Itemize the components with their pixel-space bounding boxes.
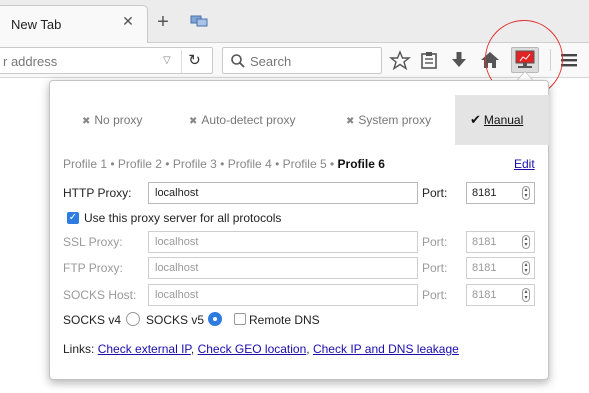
- use-for-all-label: Use this proxy server for all protocols: [84, 211, 282, 225]
- bookmark-star-icon[interactable]: [389, 50, 411, 70]
- mode-no-proxy[interactable]: ✖ No proxy: [82, 95, 142, 145]
- socks-host-row: SOCKS Host: localhost Port: 8181 ▴ ▾: [63, 284, 543, 306]
- socks-v4-label: SOCKS v4: [63, 313, 122, 327]
- reload-icon[interactable]: ↻: [181, 50, 207, 73]
- check-external-ip-link[interactable]: Check external IP: [98, 342, 191, 356]
- close-tab-icon[interactable]: ✕: [121, 14, 135, 28]
- ftp-proxy-label: FTP Proxy:: [63, 261, 123, 275]
- profile-list: Profile 1 • Profile 2 • Profile 3 • Prof…: [63, 157, 385, 171]
- socks-host-input: localhost: [148, 284, 418, 306]
- proxy-mode-selector: ✖ No proxy ✖ Auto-detect proxy ✖ System pro…: [50, 95, 550, 145]
- new-tab-icon[interactable]: +: [153, 12, 173, 32]
- socks-host-label: SOCKS Host:: [63, 288, 137, 302]
- profile-current[interactable]: Profile 6: [338, 157, 385, 171]
- http-port-label: Port:: [422, 186, 448, 200]
- history-dropmarker-icon[interactable]: ▽: [163, 55, 171, 66]
- profile-2[interactable]: Profile 2: [118, 157, 162, 171]
- ftp-proxy-row: FTP Proxy: localhost Port: 8181 ▴ ▾: [63, 257, 543, 279]
- port-spinner-icon: ▴ ▾: [522, 261, 530, 275]
- socks-v5-label: SOCKS v5: [146, 313, 205, 327]
- ssl-port-label: Port:: [422, 235, 448, 249]
- http-proxy-label: HTTP Proxy:: [63, 186, 132, 200]
- tab-groups-icon[interactable]: [190, 14, 208, 28]
- http-proxy-row: HTTP Proxy: localhost Port: 8181 ▴ ▾: [63, 182, 543, 204]
- url-bar[interactable]: r address ▽ ↻: [0, 47, 213, 74]
- links-row: Links: Check external IP, Check GEO loca…: [63, 342, 459, 356]
- check-geo-location-link[interactable]: Check GEO location: [198, 342, 307, 356]
- ssl-proxy-row: SSL Proxy: localhost Port: 8181 ▴ ▾: [63, 231, 543, 253]
- socks-port-label: Port:: [422, 288, 448, 302]
- tab-title: New Tab: [11, 17, 62, 32]
- socks-v5-radio[interactable]: [208, 312, 222, 326]
- edit-profiles-link[interactable]: Edit: [514, 157, 535, 171]
- ssl-proxy-host-input: localhost: [148, 231, 418, 253]
- x-icon: ✖: [189, 116, 198, 127]
- ssl-proxy-label: SSL Proxy:: [63, 235, 123, 249]
- use-for-all-checkbox[interactable]: ✓: [67, 212, 79, 224]
- links-prefix: Links:: [63, 342, 95, 356]
- profile-3[interactable]: Profile 3: [173, 157, 217, 171]
- ftp-port-input: 8181 ▴ ▾: [466, 257, 535, 279]
- x-icon: ✖: [82, 116, 91, 127]
- search-icon: [231, 54, 245, 68]
- check-ip-dns-leakage-link[interactable]: Check IP and DNS leakage: [313, 342, 459, 356]
- profile-4[interactable]: Profile 4: [228, 157, 272, 171]
- mode-manual[interactable]: ✔ Manual: [455, 95, 549, 145]
- port-spinner-icon: ▴ ▾: [522, 235, 530, 249]
- port-spinner-icon[interactable]: ▴ ▾: [522, 186, 530, 200]
- socks-version-row: SOCKS v4 SOCKS v5 Remote DNS: [63, 311, 363, 329]
- profile-5[interactable]: Profile 5: [283, 157, 327, 171]
- ftp-port-label: Port:: [422, 261, 448, 275]
- downloads-icon[interactable]: [448, 50, 470, 70]
- search-placeholder: Search: [250, 54, 292, 69]
- port-spinner-icon: ▴ ▾: [522, 288, 530, 302]
- url-bar-placeholder: r address: [3, 54, 58, 69]
- remote-dns-checkbox[interactable]: [234, 313, 246, 325]
- mode-system-proxy[interactable]: ✖ System proxy: [346, 95, 431, 145]
- search-bar[interactable]: Search: [222, 47, 382, 74]
- ssl-port-input: 8181 ▴ ▾: [466, 231, 535, 253]
- socks-port-input: 8181 ▴ ▾: [466, 284, 535, 306]
- mode-auto-detect-proxy[interactable]: ✖ Auto-detect proxy: [189, 95, 295, 145]
- profile-1[interactable]: Profile 1: [63, 157, 107, 171]
- checkmark-icon: ✔: [470, 112, 481, 127]
- http-proxy-host-input[interactable]: localhost: [148, 182, 418, 204]
- socks-v4-radio[interactable]: [126, 312, 140, 326]
- tab-new-tab[interactable]: New Tab ✕: [0, 5, 148, 44]
- x-icon: ✖: [346, 116, 355, 127]
- http-port-input[interactable]: 8181 ▴ ▾: [466, 182, 535, 204]
- remote-dns-label: Remote DNS: [249, 313, 320, 327]
- bookmarks-menu-icon[interactable]: [418, 50, 440, 70]
- proxy-settings-panel: ✖ No proxy ✖ Auto-detect proxy ✖ System pro…: [49, 80, 549, 380]
- ftp-proxy-host-input: localhost: [148, 257, 418, 279]
